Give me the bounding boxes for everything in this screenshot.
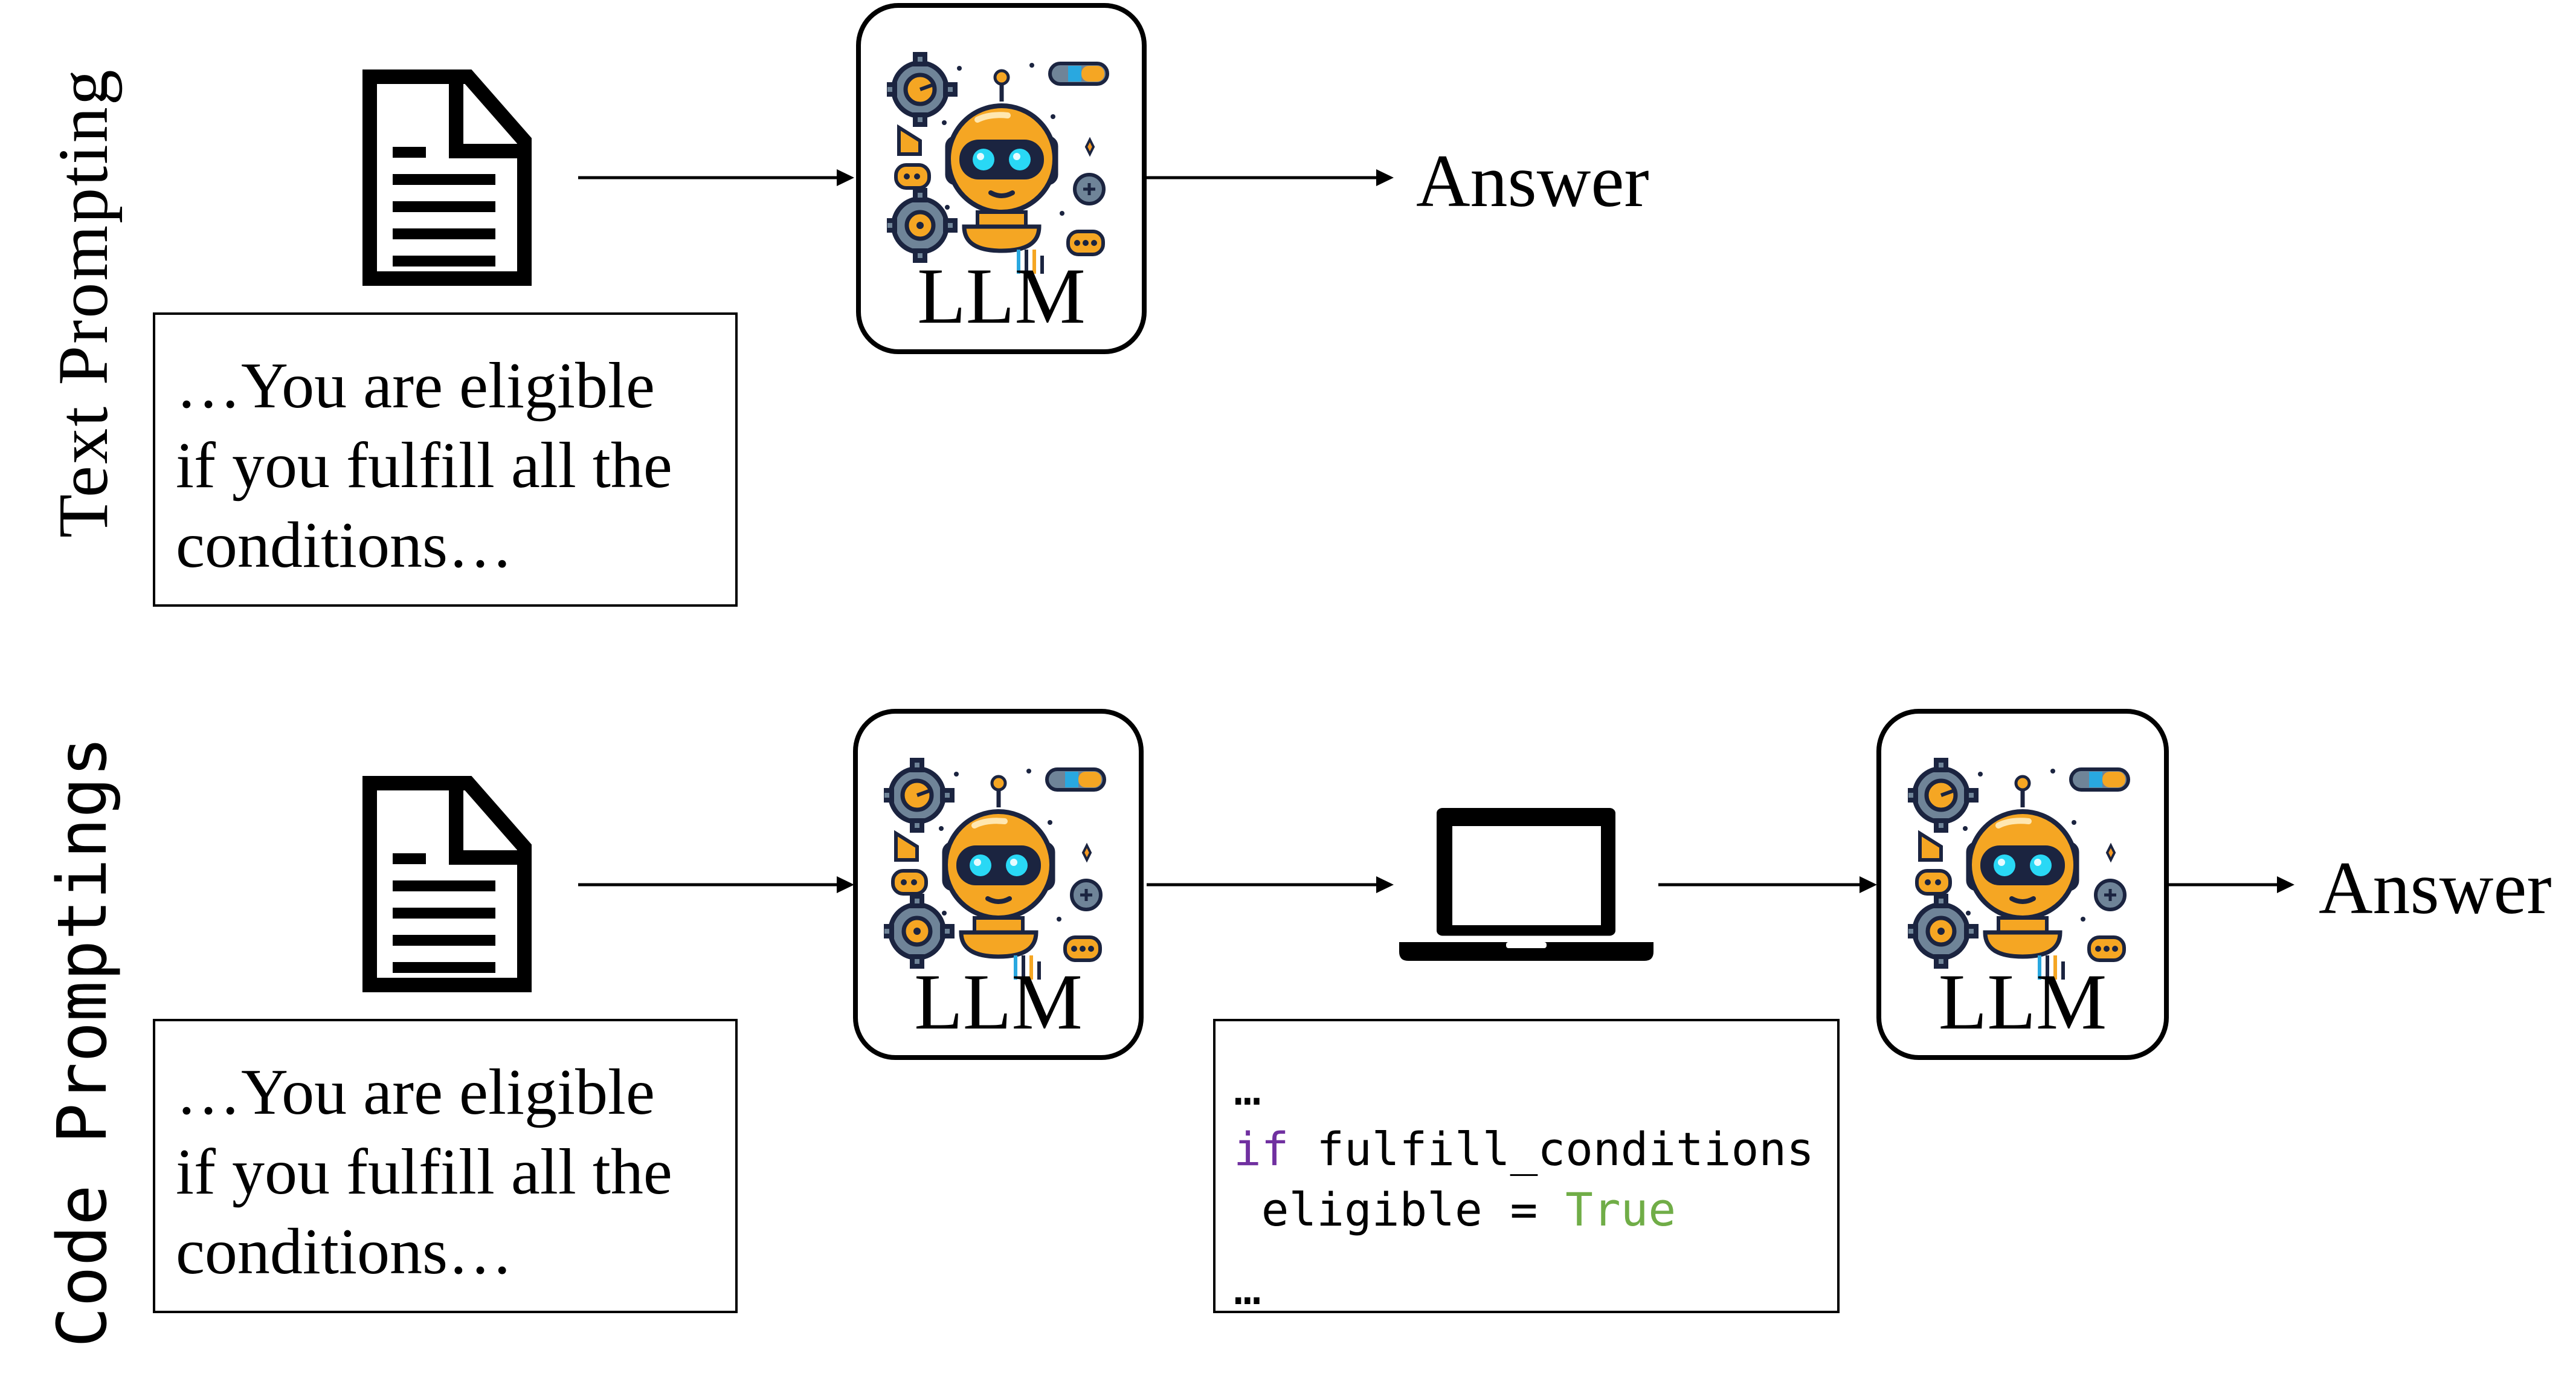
llm-box: LLM (856, 3, 1147, 354)
arrow-llm-to-laptop (1147, 876, 1394, 893)
llm-box: LLM (853, 709, 1144, 1060)
answer-label: Answer (2319, 847, 2552, 929)
code-line: … (1234, 1261, 1261, 1315)
answer-label: Answer (1416, 140, 1649, 222)
arrow-llm-to-answer-bottom (2169, 876, 2294, 893)
code-text: fulfill_conditions (1289, 1122, 1814, 1176)
input-text-box: …You are eligible if you fulfill all the… (153, 312, 738, 607)
code-line: eligible = True (1234, 1180, 1814, 1240)
arrow-doc-to-llm-top (578, 169, 854, 186)
arrow-llm-to-answer-top (1147, 169, 1394, 186)
document-icon (362, 776, 532, 992)
input-text-line: if you fulfill all the (176, 430, 672, 502)
llm-label: LLM (1938, 957, 2107, 1046)
laptop-icon (1399, 808, 1653, 961)
llm-box-second: LLM (1876, 709, 2169, 1060)
input-text-line: conditions… (176, 1216, 513, 1288)
arrow-doc-to-llm-bottom (578, 876, 854, 893)
code-box: … if fulfill_conditions eligible = True … (1213, 1019, 1840, 1315)
row-label-code-prompting: Code Promptings (43, 736, 122, 1348)
input-text-line: if you fulfill all the (176, 1136, 672, 1208)
code-line: if fulfill_conditions (1234, 1119, 1814, 1180)
llm-label: LLM (917, 251, 1086, 340)
code-line: … (1234, 1062, 1261, 1116)
input-text-box: …You are eligible if you fulfill all the… (153, 1019, 738, 1313)
row-label-text-prompting: Text Prompting (43, 68, 123, 538)
input-text-line: conditions… (176, 509, 513, 581)
code-keyword: if (1234, 1122, 1289, 1176)
robot-icon (1908, 756, 2137, 986)
arrow-laptop-to-llm (1658, 876, 1877, 893)
llm-label: LLM (914, 957, 1083, 1046)
document-icon (362, 69, 532, 286)
input-text-line: …You are eligible (176, 1056, 655, 1128)
robot-icon (887, 50, 1116, 280)
code-text: eligible = (1234, 1183, 1566, 1236)
code-literal: True (1565, 1183, 1676, 1236)
robot-icon (884, 756, 1113, 986)
input-text-line: …You are eligible (176, 350, 655, 422)
